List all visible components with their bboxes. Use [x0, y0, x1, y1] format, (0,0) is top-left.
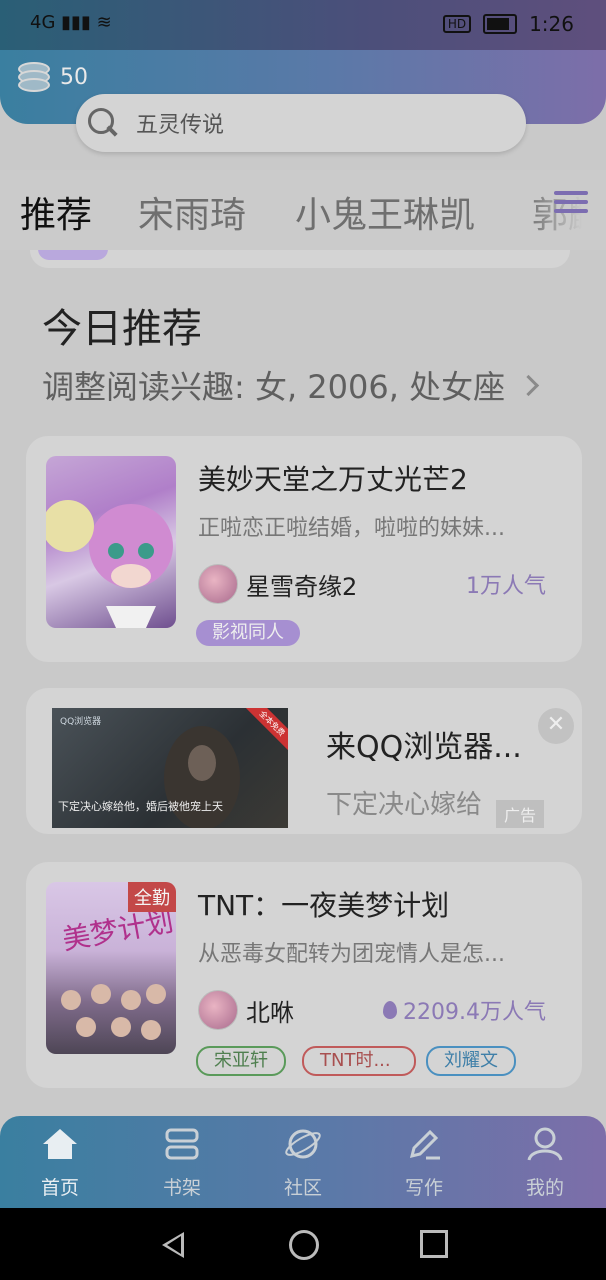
nav-bookshelf[interactable]: 书架: [142, 1126, 222, 1200]
genre-tag[interactable]: 影视同人: [196, 620, 300, 646]
section-subtitle: 调整阅读兴趣: 女, 2006, 处女座: [42, 368, 506, 406]
full-attendance-badge: 全勤: [128, 882, 176, 912]
book-card[interactable]: 美妙天堂之万丈光芒2 正啦恋正啦结婚，啦啦的妹妹... 星雪奇缘2 1万人气 影…: [26, 436, 582, 662]
nav-label: 首页: [40, 1177, 79, 1199]
system-navigation-bar: [0, 1208, 606, 1280]
book-author[interactable]: 北咻: [198, 990, 294, 1030]
back-icon[interactable]: [162, 1232, 184, 1258]
avatar: [198, 990, 238, 1030]
tag-song-yaxuan[interactable]: 宋亚轩: [196, 1046, 286, 1076]
nav-label: 我的: [525, 1177, 564, 1199]
tag-liu-yaowen[interactable]: 刘耀文: [426, 1046, 516, 1076]
recent-apps-icon[interactable]: [420, 1230, 448, 1258]
author-name: 星雪奇缘2: [246, 572, 358, 601]
book-cover[interactable]: 美梦计划 全勤: [46, 882, 176, 1054]
bookshelf-icon: [165, 1128, 199, 1160]
tab-xiaoguiwang[interactable]: 小鬼王琳凯: [295, 186, 475, 238]
tag-tnt[interactable]: TNT时...: [302, 1046, 416, 1076]
popularity-count: 2209.4万人气: [383, 994, 546, 1026]
coins-icon: [18, 62, 50, 92]
nav-label: 书架: [162, 1177, 201, 1199]
anime-girl-image: [46, 500, 173, 628]
close-icon[interactable]: ✕: [538, 708, 574, 744]
flame-icon: [383, 1001, 398, 1019]
nav-label: 社区: [283, 1177, 322, 1199]
book-title: 美妙天堂之万丈光芒2: [198, 463, 468, 496]
section-title: 今日推荐: [42, 306, 202, 352]
book-card[interactable]: 美梦计划 全勤 TNT：一夜美梦计划 从恶毒女配转为团宠情人是怎... 北咻 2…: [26, 862, 582, 1088]
book-description: 从恶毒女配转为团宠情人是怎...: [198, 942, 505, 967]
ad-image-caption: 下定决心嫁给他，婚后被他宠上天: [58, 800, 223, 813]
ad-image[interactable]: QQ浏览器 全本免费 下定决心嫁给他，婚后被他宠上天: [52, 708, 288, 828]
tab-song-yuqi[interactable]: 宋雨琦: [138, 186, 246, 238]
nav-write[interactable]: 写作: [384, 1126, 464, 1200]
network-type: 4G: [30, 12, 56, 33]
search-icon: [86, 106, 120, 140]
bottom-navigation: 首页 书架 社区 写作 我的: [0, 1116, 606, 1208]
home-circle-icon[interactable]: [289, 1230, 319, 1260]
planet-icon: [285, 1129, 321, 1159]
ad-badge: 广告: [495, 800, 544, 828]
nav-profile[interactable]: 我的: [505, 1126, 585, 1200]
clock: 1:26: [529, 12, 574, 36]
user-icon: [527, 1127, 563, 1161]
book-cover[interactable]: [46, 456, 176, 628]
author-name: 北咻: [246, 998, 294, 1027]
book-author[interactable]: 星雪奇缘2: [198, 564, 357, 604]
search-input[interactable]: 五灵传说: [136, 107, 224, 139]
signal-indicator: 4G ▮▮▮ ≋: [30, 12, 112, 33]
tab-recommend[interactable]: 推荐: [20, 186, 92, 238]
pencil-icon: [409, 1129, 440, 1160]
category-tabs: 推荐 宋雨琦 小鬼王琳凯 郭麟: [0, 170, 606, 250]
ad-card[interactable]: QQ浏览器 全本免费 下定决心嫁给他，婚后被他宠上天 来QQ浏览器... 下定决…: [26, 688, 582, 834]
battery-icon: [483, 14, 518, 34]
chevron-right-icon: [517, 374, 540, 396]
tabs-menu-icon[interactable]: [554, 186, 588, 216]
hd-icon: HD: [442, 15, 472, 33]
home-icon: [43, 1129, 77, 1159]
svg-text:美梦计划: 美梦计划: [60, 904, 176, 956]
nav-label: 写作: [404, 1177, 443, 1199]
nav-home[interactable]: 首页: [20, 1126, 100, 1200]
book-description: 正啦恋正啦结婚，啦啦的妹妹...: [198, 516, 505, 541]
ad-title: 来QQ浏览器...: [326, 730, 522, 765]
avatar: [198, 564, 238, 604]
search-bar[interactable]: 五灵传说: [76, 94, 526, 152]
reading-interest-link[interactable]: 调整阅读兴趣: 女, 2006, 处女座: [42, 362, 540, 408]
popularity-count: 1万人气: [466, 574, 546, 599]
coin-balance[interactable]: 50: [18, 62, 88, 92]
ad-description: 下定决心嫁给: [326, 790, 483, 820]
nav-community[interactable]: 社区: [263, 1126, 343, 1200]
status-bar: 4G ▮▮▮ ≋ HD 1:26: [0, 0, 606, 50]
coin-count: 50: [60, 64, 88, 90]
book-title: TNT：一夜美梦计划: [198, 889, 450, 922]
